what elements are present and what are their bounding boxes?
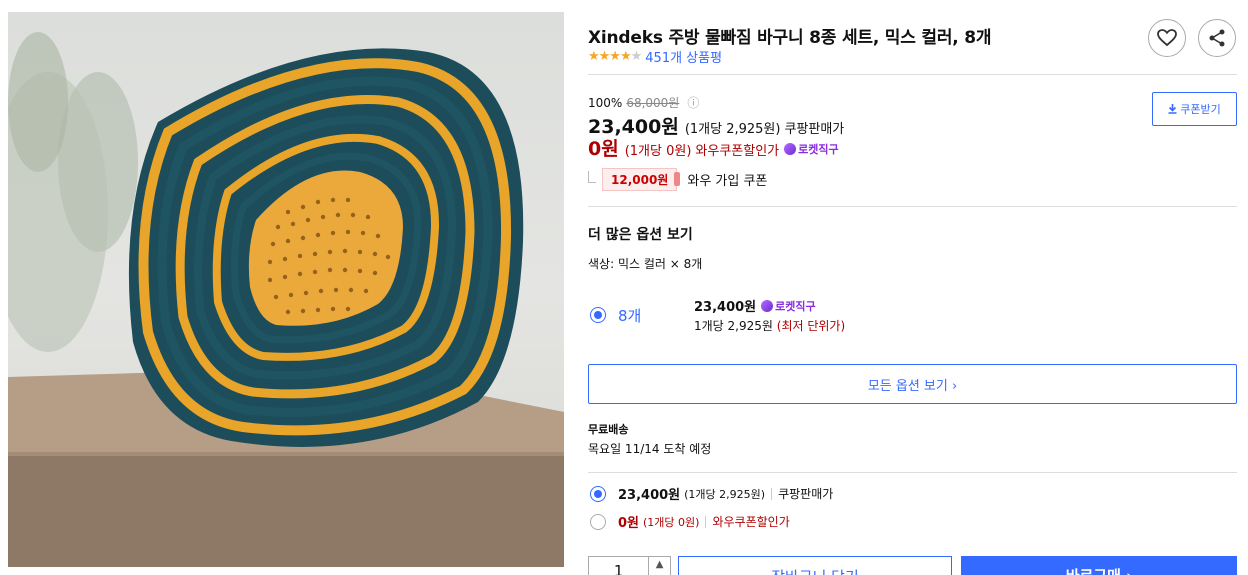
info-icon[interactable]: ⓘ [687,94,699,111]
wow-coupon-label: 와우 가입 쿠폰 [687,174,768,189]
tree-connector [588,170,596,183]
original-price: 68,000원 [626,96,680,110]
option-radio[interactable] [590,307,606,323]
wow-price: 0원 [588,138,619,160]
option-radio-selected[interactable] [590,307,606,323]
star-rating: ★★★★★ [588,49,642,64]
divider [588,472,1237,473]
coupon-download-button[interactable]: 쿠폰받기 [1152,92,1237,126]
divider [588,206,1237,207]
divider [588,74,1237,75]
wishlist-button[interactable] [1148,19,1186,57]
download-icon [1168,104,1177,114]
wow-price-label: 와우쿠폰할인가 [695,144,780,159]
wow-coupon-amount: 12,000원 [602,168,681,191]
product-image[interactable] [8,12,564,567]
shipping-title: 무료배송 [588,423,629,436]
separator [771,487,773,500]
shipping-date: 목요일 11/14 도착 예정 [588,442,712,456]
share-button[interactable] [1198,19,1236,57]
coupon-download-label: 쿠폰받기 [1180,103,1221,116]
quantity-increase-button[interactable]: ▲ [648,557,670,575]
share-icon [1209,29,1225,47]
payment-radio[interactable] [590,513,606,530]
option-quantity[interactable]: 8개 [618,305,641,326]
heart-icon [1157,29,1177,47]
rocket-badge: 로켓직구 [784,141,839,157]
option-unit-note: (최저 단위가) [776,319,846,333]
add-to-cart-button[interactable]: 장바구니 담기 [678,556,952,575]
nested-colander-baskets-illustration [8,32,564,567]
buy-now-button[interactable]: 바로구매 › [961,556,1237,575]
rocket-badge-label: 로켓직구 [775,299,816,313]
more-options-heading: 더 많은 옵션 보기 [588,227,693,243]
chevron-up-icon: ▲ [655,559,664,570]
wow-unit-price: (1개당 0원) [624,144,692,159]
option-price-row: 23,400원 로켓직구 [694,296,816,315]
all-options-button[interactable]: 모든 옵션 보기 › [588,364,1237,404]
payment-unit: (1개당 0원) [643,515,700,529]
product-title: Xindeks 주방 물빠짐 바구니 8종 세트, 믹스 컬러, 8개 [588,28,992,48]
separator [705,515,707,528]
wow-price-row: 0원 (1개당 0원) 와우쿠폰할인가 로켓직구 [588,134,839,161]
rocket-badge-label: 로켓직구 [798,143,839,156]
review-count-link[interactable]: 451개 상품평 [645,47,722,66]
payment-label: 쿠팡판매가 [778,487,834,501]
option-unit-price: 1개당 2,925원 (최저 단위가) [694,317,845,334]
option-spec: 색상: 믹스 컬러 × 8개 [588,257,703,271]
quantity-input[interactable]: 1 [589,557,648,575]
payment-amount: 23,400원 [618,488,681,503]
rating-row: ★★★★★ 451개 상품평 [588,47,722,66]
quantity-stepper[interactable]: 1 ▲ [588,556,671,575]
option-unit: 1개당 2,925원 [694,319,773,333]
payment-amount: 0원 [618,516,640,531]
discount-line: 100% 68,000원 ⓘ [588,94,699,111]
payment-unit: (1개당 2,925원) [684,487,766,501]
option-price: 23,400원 [694,300,757,315]
payment-option-wow[interactable]: 0원 (1개당 0원) 와우쿠폰할인가 [590,512,790,531]
payment-radio-selected[interactable] [590,485,606,502]
rocket-icon [784,143,797,155]
rocket-icon [761,299,774,312]
payment-option-coupang[interactable]: 23,400원 (1개당 2,925원) 쿠팡판매가 [590,484,833,503]
product-detail-panel: Xindeks 주방 물빠짐 바구니 8종 세트, 믹스 컬러, 8개 ★★★★… [588,0,1238,575]
wow-coupon-row: 12,000원 와우 가입 쿠폰 [588,168,767,191]
payment-label: 와우쿠폰할인가 [712,515,790,529]
rocket-badge: 로켓직구 [761,298,816,314]
discount-rate: 100% [588,95,623,110]
